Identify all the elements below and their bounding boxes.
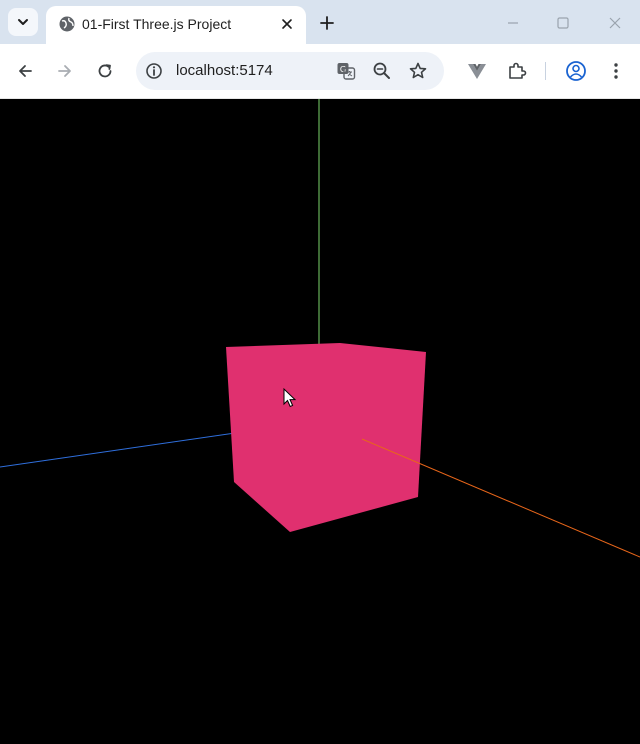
reload-icon	[98, 64, 112, 78]
bookmark-button[interactable]	[408, 61, 428, 81]
threejs-canvas[interactable]	[0, 99, 640, 744]
tab-title: 01-First Three.js Project	[82, 16, 232, 32]
star-icon	[409, 62, 427, 79]
toolbar-separator	[545, 62, 546, 80]
address-bar[interactable]: localhost:5174 G	[136, 52, 444, 90]
window-close-button[interactable]	[604, 12, 626, 34]
translate-icon: G	[337, 63, 356, 80]
browser-toolbar: localhost:5174 G	[0, 44, 640, 99]
profile-icon	[566, 61, 586, 81]
site-info-button[interactable]	[144, 61, 164, 81]
tab-strip: 01-First Three.js Project	[0, 0, 640, 44]
active-tab[interactable]: 01-First Three.js Project	[46, 6, 306, 44]
browser-menu-button[interactable]	[604, 59, 628, 83]
forward-arrow-icon	[58, 65, 71, 77]
minimize-icon	[508, 22, 518, 24]
plus-icon	[320, 16, 334, 30]
minimize-button[interactable]	[502, 12, 524, 34]
back-arrow-icon	[19, 65, 32, 77]
tab-search-button[interactable]	[8, 8, 38, 36]
globe-icon	[59, 16, 75, 32]
close-icon	[282, 19, 292, 29]
zoom-out-icon	[373, 62, 390, 79]
maximize-button[interactable]	[552, 12, 574, 34]
translate-button[interactable]: G	[336, 61, 356, 81]
vue-devtools-icon	[468, 64, 486, 79]
new-tab-button[interactable]	[316, 12, 338, 34]
chevron-down-icon	[18, 19, 28, 25]
puzzle-icon	[509, 62, 527, 79]
vue-devtools-extension-button[interactable]	[465, 59, 489, 83]
profile-button[interactable]	[564, 59, 588, 83]
maximize-icon	[557, 17, 569, 29]
extensions-button[interactable]	[505, 59, 529, 83]
more-vertical-icon	[614, 63, 618, 79]
info-icon	[146, 63, 162, 79]
browser-window: 01-First Three.js Project localhost:5174…	[0, 0, 640, 744]
url-text: localhost:5174	[176, 62, 273, 79]
close-icon	[609, 17, 621, 29]
reload-button[interactable]	[93, 59, 117, 83]
forward-button[interactable]	[53, 59, 77, 83]
scene-svg	[0, 99, 640, 744]
zoom-button[interactable]	[372, 61, 392, 81]
svg-text:G: G	[340, 65, 346, 74]
back-button[interactable]	[13, 59, 37, 83]
tab-close-button[interactable]	[278, 15, 296, 33]
